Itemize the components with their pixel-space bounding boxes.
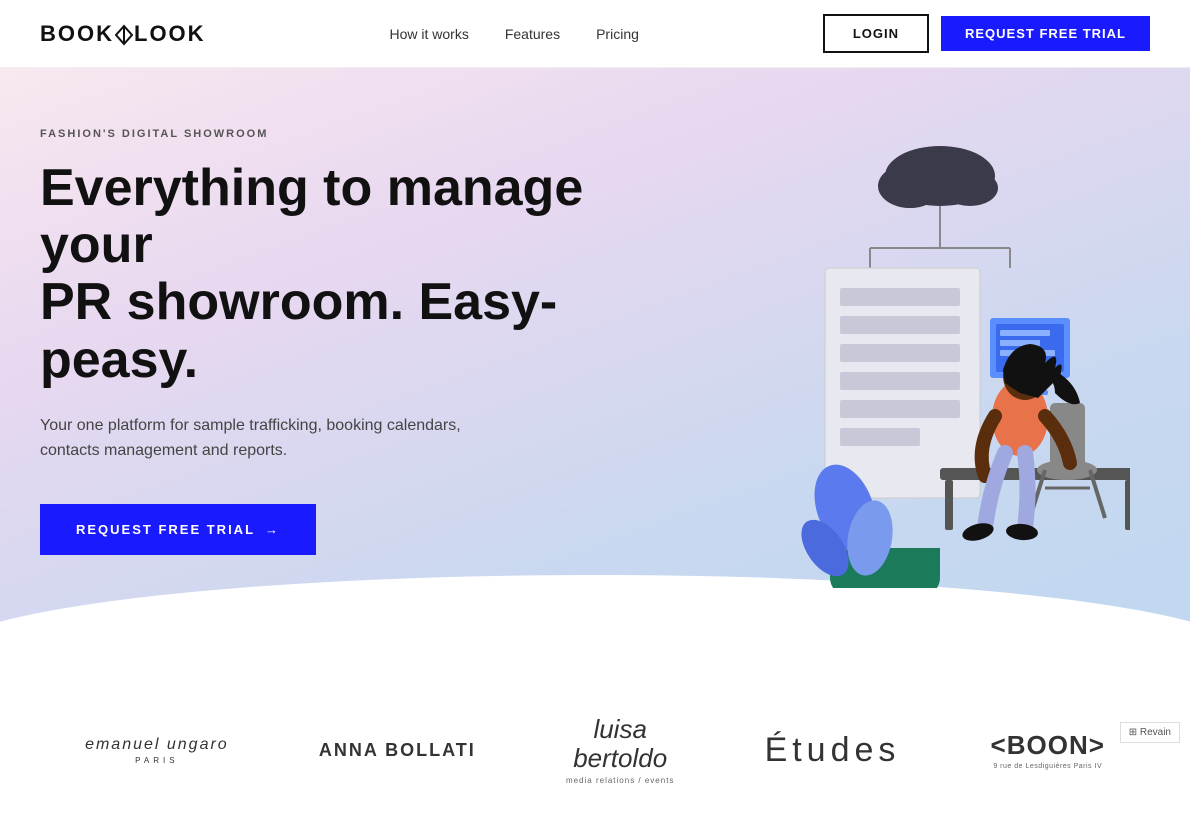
brand-etudes: Études [765,731,901,770]
brand-bertoldo: luisabertoldo media relations / events [566,715,675,785]
hero-eyebrow: FASHION'S DIGITAL SHOWROOM [40,128,640,140]
hero-trial-button[interactable]: REQUEST FREE TRIAL → [40,504,316,555]
brands-section: emanuel ungaro PARIS ANNA BOLLATI luisab… [0,655,1190,825]
nav-features[interactable]: Features [505,26,560,42]
logo-icon [115,24,133,46]
brand-boon: <BOON> 9 rue de Lesdiguières Paris IV [991,730,1105,770]
hero-title: Everything to manage your PR showroom. E… [40,160,640,389]
nav-trial-button[interactable]: REQUEST FREE TRIAL [941,16,1150,51]
login-button[interactable]: LOGIN [823,14,929,53]
revain-badge: ⊞ Revain [1120,722,1180,743]
nav-pricing[interactable]: Pricing [596,26,639,42]
hero-section: FASHION'S DIGITAL SHOWROOM Everything to… [0,68,1190,655]
nav-links: How it works Features Pricing [389,26,638,42]
brand-ungaro: emanuel ungaro PARIS [85,736,229,765]
nav-actions: LOGIN REQUEST FREE TRIAL [823,14,1150,53]
hero-content: FASHION'S DIGITAL SHOWROOM Everything to… [40,128,640,555]
hero-illustration [630,108,1130,588]
logo[interactable]: BOOK LOOK [40,21,206,47]
nav-how-it-works[interactable]: How it works [389,26,468,42]
navbar: BOOK LOOK How it works Features Pricing … [0,0,1190,68]
hero-subtitle: Your one platform for sample trafficking… [40,413,480,464]
brand-bollati: ANNA BOLLATI [319,740,476,761]
